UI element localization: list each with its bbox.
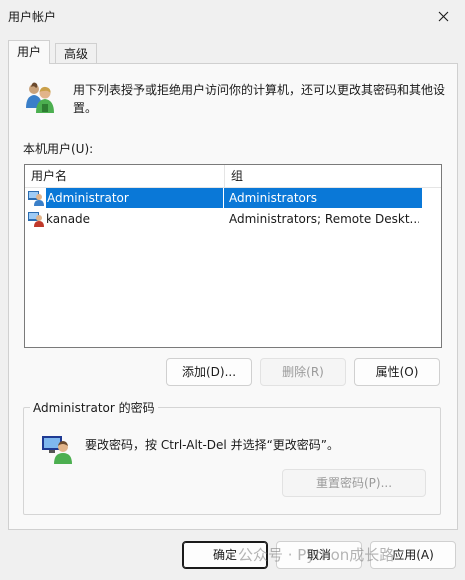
table-row-administrator[interactable]: Administrator Administrators xyxy=(24,188,422,208)
column-header-username[interactable]: 用户名 xyxy=(25,165,225,187)
cancel-button[interactable]: 取消 xyxy=(276,541,362,569)
close-icon xyxy=(438,11,448,21)
row-username: Administrator xyxy=(46,188,223,208)
tab-strip: 用户 高级 xyxy=(8,40,458,64)
properties-button[interactable]: 属性(O) xyxy=(354,358,440,386)
password-groupbox: Administrator 的密码 要改密码，按 Ctrl-Alt-Del 并选… xyxy=(23,399,441,515)
users-icon xyxy=(26,82,54,113)
title-bar[interactable]: 用户帐户 xyxy=(0,0,465,32)
column-header-group[interactable]: 组 xyxy=(225,165,441,187)
user-icon xyxy=(28,212,44,227)
row-group: Administrators xyxy=(224,188,422,208)
apply-button[interactable]: 应用(A) xyxy=(370,541,456,569)
window-title: 用户帐户 xyxy=(8,10,57,24)
intro-text: 用下列表授予或拒绝用户访问你的计算机，还可以更改其密码和其他设置。 xyxy=(73,83,446,115)
password-group-title: Administrator 的密码 xyxy=(30,399,158,416)
password-instructions: 要改密码，按 Ctrl-Alt-Del 并选择“更改密码”。 xyxy=(85,438,340,452)
tab-advanced-label: 高级 xyxy=(64,47,89,61)
remove-button[interactable]: 删除(R) xyxy=(260,358,346,386)
user-icon xyxy=(28,191,44,206)
tab-users[interactable]: 用户 xyxy=(8,40,51,64)
row-username: kanade xyxy=(46,212,91,226)
tab-advanced[interactable]: 高级 xyxy=(55,43,98,63)
user-password-icon xyxy=(42,436,72,464)
ok-button[interactable]: 确定 xyxy=(182,541,268,569)
users-list-label: 本机用户(U): xyxy=(23,142,94,156)
table-row-kanade[interactable]: kanade Administrators; Remote Deskt... xyxy=(24,209,422,229)
reset-password-button[interactable]: 重置密码(P)... xyxy=(282,469,426,497)
close-button[interactable] xyxy=(421,0,465,32)
add-button[interactable]: 添加(D)... xyxy=(166,358,252,386)
row-group: Administrators; Remote Deskt... xyxy=(229,212,419,226)
tab-users-label: 用户 xyxy=(17,45,42,59)
listview-header: 用户名 组 xyxy=(25,165,441,188)
